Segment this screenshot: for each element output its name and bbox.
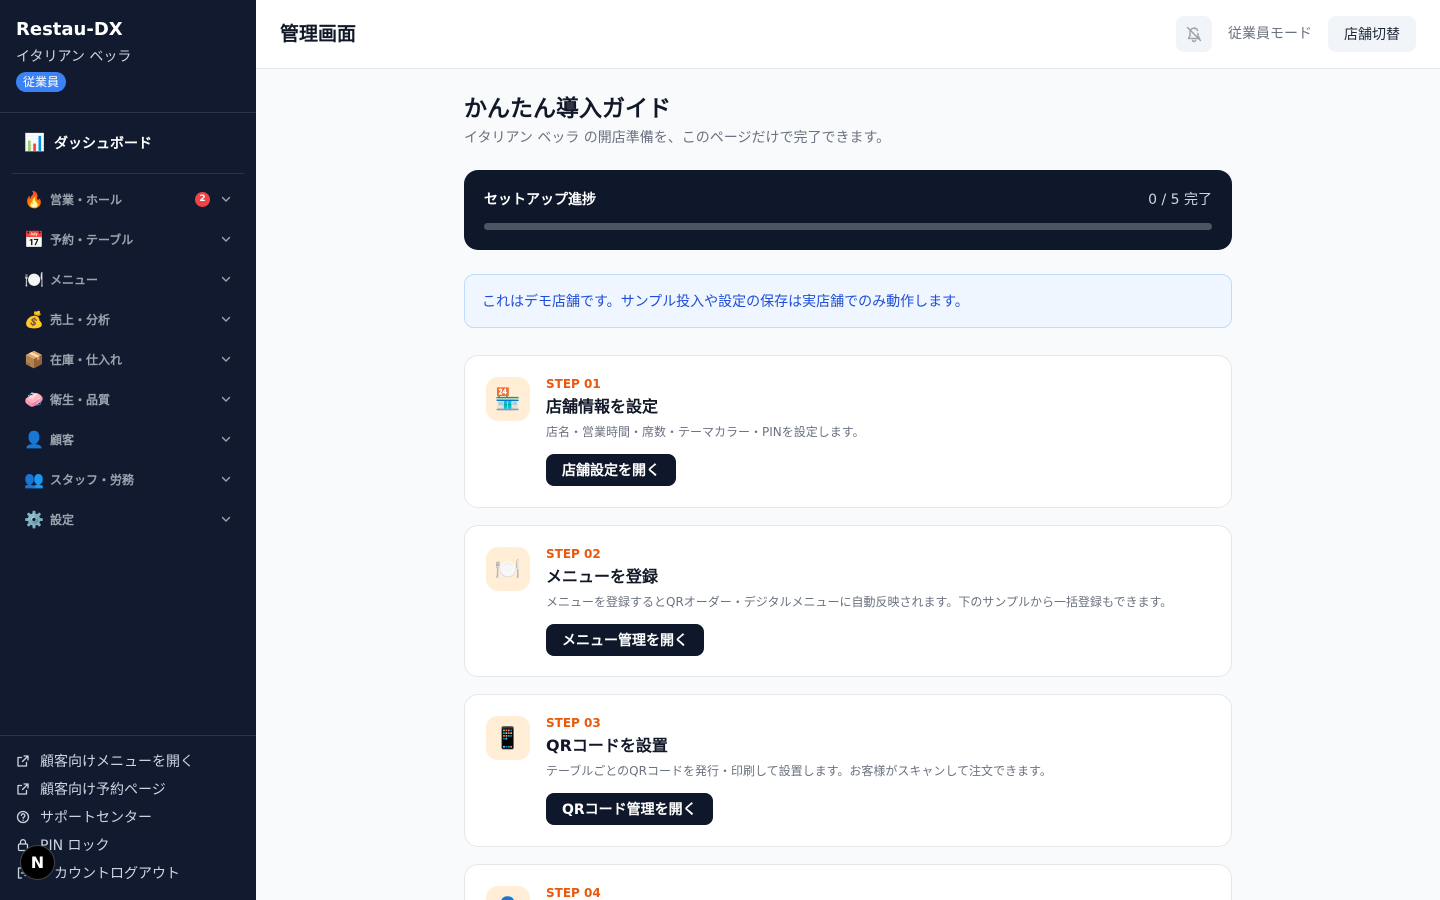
setup-progress-card: セットアップ進捗 0 / 5 完了 xyxy=(464,170,1232,250)
progress-count: 0 / 5 完了 xyxy=(1148,192,1212,208)
chart-icon: 📊 xyxy=(24,133,46,153)
link-label: サポートセンター xyxy=(40,810,152,826)
chevron-down-icon xyxy=(221,396,231,402)
nav-group-menu[interactable]: 🍽️ メニュー xyxy=(12,263,244,295)
nav-group-operations[interactable]: 🔥 営業・ホール 2 xyxy=(12,183,244,215)
store-name: イタリアン ベッラ xyxy=(16,49,132,65)
open-qr-management-button[interactable]: QRコード管理を開く xyxy=(546,793,713,825)
step-description: メニューを登録するとQRオーダー・デジタルメニューに自動反映されます。下のサンプ… xyxy=(546,595,1173,609)
step-card-4: 👤 STEP 04 xyxy=(464,864,1232,900)
step-title: QRコードを設置 xyxy=(546,736,668,755)
open-store-settings-button[interactable]: 店舗設定を開く xyxy=(546,454,676,486)
open-customer-menu-link[interactable]: 顧客向けメニューを開く xyxy=(16,751,194,771)
chevron-down-icon xyxy=(221,196,231,202)
person-icon: 👤 xyxy=(486,886,530,900)
chevron-down-icon xyxy=(221,476,231,482)
step-number: STEP 03 xyxy=(546,716,601,730)
nav-group-label: 衛生・品質 xyxy=(50,392,111,407)
step-number: STEP 02 xyxy=(546,547,601,561)
nav-group-sales[interactable]: 💰 売上・分析 xyxy=(12,303,244,335)
link-label: アカウントログアウト xyxy=(40,866,180,882)
nav-group-staff[interactable]: 👥 スタッフ・労務 xyxy=(12,463,244,495)
progress-label: セットアップ進捗 xyxy=(484,192,596,208)
nav-group-inventory[interactable]: 📦 在庫・仕入れ xyxy=(12,343,244,375)
app-name: Restau-DX xyxy=(16,19,123,40)
store-icon: 🏪 xyxy=(486,377,530,421)
nav-dashboard[interactable]: 📊 ダッシュボード xyxy=(12,126,244,160)
plate-icon: 🍽️ xyxy=(24,269,44,289)
chevron-down-icon xyxy=(221,276,231,282)
nav-group-label: 営業・ホール xyxy=(50,192,123,207)
external-link-icon xyxy=(17,755,29,767)
step-card-qr: 📱 STEP 03 QRコードを設置 テーブルごとのQRコードを発行・印刷して設… xyxy=(464,694,1232,847)
chevron-down-icon xyxy=(221,316,231,322)
link-label: 顧客向けメニューを開く xyxy=(40,754,194,770)
step-description: 店名・営業時間・席数・テーマカラー・PINを設定します。 xyxy=(546,425,865,439)
step-number: STEP 01 xyxy=(546,377,601,391)
calendar-icon: 📅 xyxy=(24,229,44,249)
nav-group-settings[interactable]: ⚙️ 設定 xyxy=(12,503,244,535)
guide-main: かんたん導入ガイド イタリアン ベッラ の開店準備を、このページだけで完了できま… xyxy=(464,69,1232,328)
nav-group-label: 予約・テーブル xyxy=(50,232,134,247)
progress-bar xyxy=(484,223,1212,230)
dev-tools-badge[interactable]: N xyxy=(20,845,55,880)
sidebar: Restau-DX イタリアン ベッラ 従業員 📊 ダッシュボード 🔥 営業・ホ… xyxy=(0,0,256,900)
external-link-icon xyxy=(17,783,29,795)
page-header-title: 管理画面 xyxy=(280,23,357,45)
open-reservation-page-link[interactable]: 顧客向け予約ページ xyxy=(16,779,166,799)
soap-icon: 🧼 xyxy=(24,389,44,409)
nav-group-label: スタッフ・労務 xyxy=(50,472,135,487)
package-icon: 📦 xyxy=(24,349,44,369)
step-card-store-info: 🏪 STEP 01 店舗情報を設定 店名・営業時間・席数・テーマカラー・PINを… xyxy=(464,355,1232,508)
chevron-down-icon xyxy=(221,356,231,362)
nav-dashboard-label: ダッシュボード xyxy=(54,136,152,152)
staff-mode-toggle[interactable]: 従業員モード xyxy=(1228,24,1312,44)
notification-badge: 2 xyxy=(195,191,210,207)
role-badge: 従業員 xyxy=(16,72,67,92)
nav-group-hygiene[interactable]: 🧼 衛生・品質 xyxy=(12,383,244,415)
step-description: テーブルごとのQRコードを発行・印刷して設置します。お客様がスキャンして注文でき… xyxy=(546,764,1052,778)
step-title: メニューを登録 xyxy=(546,567,659,586)
nav-group-label: メニュー xyxy=(50,272,99,287)
nav-group-label: 顧客 xyxy=(50,432,75,447)
step-card-menu: 🍽️ STEP 02 メニューを登録 メニューを登録するとQRオーダー・デジタル… xyxy=(464,525,1232,677)
plate-icon: 🍽️ xyxy=(486,547,530,591)
switch-store-button[interactable]: 店舗切替 xyxy=(1328,16,1416,52)
link-label: 顧客向け予約ページ xyxy=(40,782,166,798)
nav-divider xyxy=(12,173,244,174)
nav-group-label: 設定 xyxy=(50,512,75,527)
demo-notice: これはデモ店舗です。サンプル投入や設定の保存は実店舗でのみ動作します。 xyxy=(464,274,1232,328)
chevron-down-icon xyxy=(221,236,231,242)
people-icon: 👥 xyxy=(24,469,44,489)
mobile-phone-icon: 📱 xyxy=(486,716,530,760)
step-title: 店舗情報を設定 xyxy=(546,397,659,416)
fire-icon: 🔥 xyxy=(24,189,44,209)
bell-off-icon xyxy=(1186,26,1202,43)
person-icon: 👤 xyxy=(24,429,44,449)
help-circle-icon xyxy=(16,810,30,824)
support-center-link[interactable]: サポートセンター xyxy=(16,807,152,827)
open-menu-management-button[interactable]: メニュー管理を開く xyxy=(546,624,704,656)
gear-icon: ⚙️ xyxy=(24,509,44,529)
page-subtitle: イタリアン ベッラ の開店準備を、このページだけで完了できます。 xyxy=(464,130,891,146)
money-bag-icon: 💰 xyxy=(24,309,44,329)
step-number: STEP 04 xyxy=(546,886,601,900)
notifications-button[interactable] xyxy=(1176,16,1212,52)
nav-group-reservations[interactable]: 📅 予約・テーブル xyxy=(12,223,244,255)
nav-group-label: 在庫・仕入れ xyxy=(50,352,123,367)
chevron-down-icon xyxy=(221,436,231,442)
chevron-down-icon xyxy=(221,516,231,522)
page-title: かんたん導入ガイド xyxy=(464,96,671,122)
nav-group-label: 売上・分析 xyxy=(50,312,111,327)
top-header: 管理画面 従業員モード 店舗切替 xyxy=(256,0,1440,69)
brand-block: Restau-DX イタリアン ベッラ 従業員 xyxy=(0,0,256,113)
nav-group-customers[interactable]: 👤 顧客 xyxy=(12,423,244,455)
